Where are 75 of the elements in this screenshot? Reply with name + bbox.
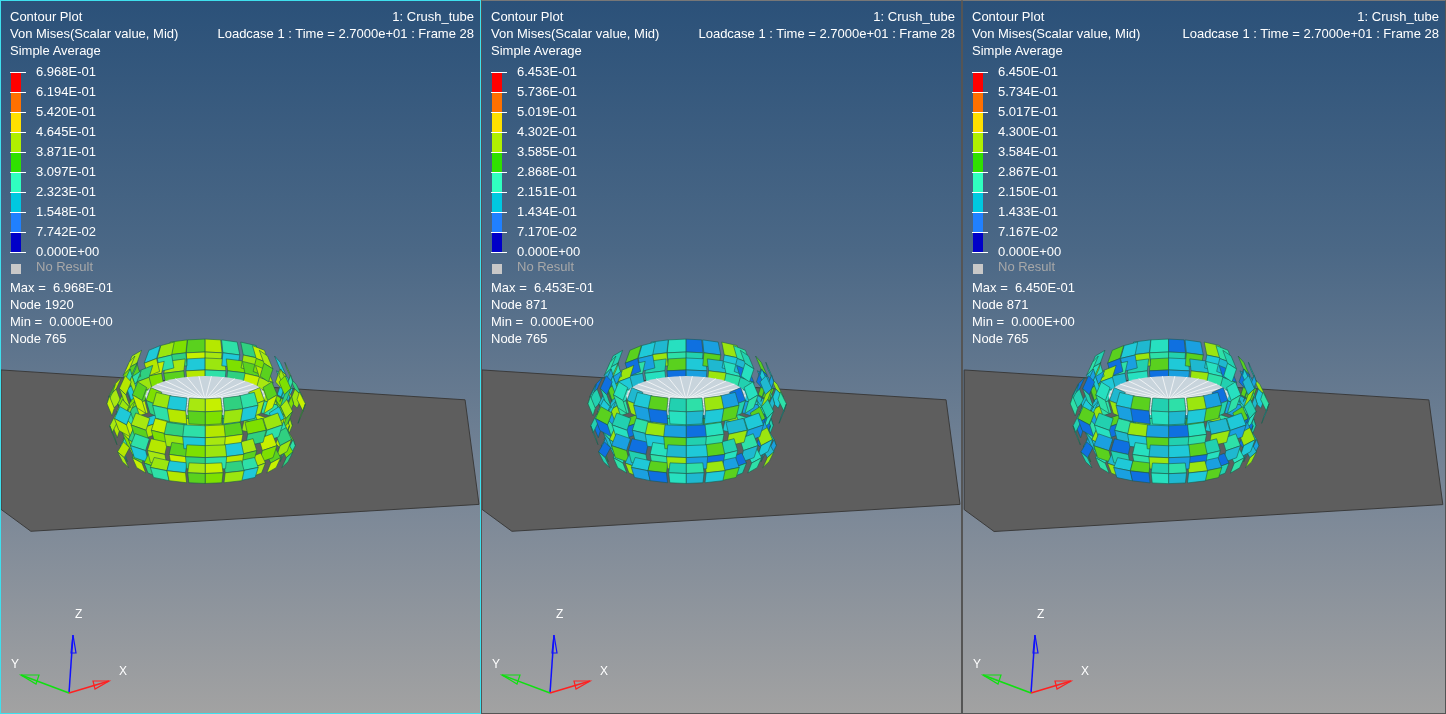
axis-label: X (600, 664, 608, 678)
legend-value: 3.585E-01 (517, 143, 578, 161)
max-node-label: Node 871 (972, 296, 1029, 313)
loadcase-label: Loadcase 1 : Time = 2.7000e+01 : Frame 28 (1182, 25, 1439, 42)
no-result-label: No Result (517, 258, 575, 275)
averaging-label: Simple Average (10, 42, 102, 59)
legend-value: 6.450E-01 (998, 63, 1059, 81)
no-result-swatch (11, 263, 21, 274)
max-value-label: Max = 6.968E-01 (10, 279, 113, 296)
axis-label: Z (1037, 607, 1045, 621)
legend-value: 5.734E-01 (998, 83, 1059, 101)
viewport-panel[interactable] (481, 0, 962, 714)
legend-value: 0.000E+00 (517, 243, 581, 261)
no-result-label: No Result (36, 258, 94, 275)
axis-label: Z (556, 607, 564, 621)
plot-title: Contour Plot (972, 8, 1046, 25)
legend-value: 2.867E-01 (998, 163, 1059, 181)
model-name-label: 1: Crush_tube (1357, 8, 1439, 25)
min-node-label: Node 765 (10, 330, 67, 347)
axis-label: Y (11, 657, 19, 671)
viewport-panel[interactable] (962, 0, 1446, 714)
legend-value: 7.167E-02 (998, 223, 1059, 241)
legend-value: 3.871E-01 (36, 143, 97, 161)
min-value-label: Min = 0.000E+00 (491, 313, 594, 330)
averaging-label: Simple Average (491, 42, 583, 59)
legend-value: 1.434E-01 (517, 203, 578, 221)
result-type-label: Von Mises(Scalar value, Mid) (10, 25, 179, 42)
loadcase-label: Loadcase 1 : Time = 2.7000e+01 : Frame 28 (698, 25, 955, 42)
min-node-label: Node 765 (491, 330, 548, 347)
axis-label: Z (75, 607, 83, 621)
axis-label: X (1081, 664, 1089, 678)
legend-value: 2.868E-01 (517, 163, 578, 181)
legend-value: 5.017E-01 (998, 103, 1059, 121)
legend-value: 6.453E-01 (517, 63, 578, 81)
axis-label: Y (973, 657, 981, 671)
legend-value: 3.097E-01 (36, 163, 97, 181)
min-node-label: Node 765 (972, 330, 1029, 347)
model-name-label: 1: Crush_tube (392, 8, 474, 25)
legend-value: 0.000E+00 (998, 243, 1062, 261)
max-value-label: Max = 6.450E-01 (972, 279, 1075, 296)
viewport-panel[interactable] (0, 0, 481, 714)
legend-value: 4.300E-01 (998, 123, 1059, 141)
legend-value: 5.420E-01 (36, 103, 97, 121)
no-result-swatch (492, 263, 502, 274)
max-node-label: Node 871 (491, 296, 548, 313)
legend-value: 2.151E-01 (517, 183, 578, 201)
legend-value: 0.000E+00 (36, 243, 100, 261)
loadcase-label: Loadcase 1 : Time = 2.7000e+01 : Frame 28 (217, 25, 474, 42)
model-name-label: 1: Crush_tube (873, 8, 955, 25)
legend-value: 6.194E-01 (36, 83, 97, 101)
legend-value: 7.170E-02 (517, 223, 578, 241)
plot-title: Contour Plot (491, 8, 565, 25)
legend-value: 2.150E-01 (998, 183, 1059, 201)
result-type-label: Von Mises(Scalar value, Mid) (491, 25, 660, 42)
min-value-label: Min = 0.000E+00 (10, 313, 113, 330)
averaging-label: Simple Average (972, 42, 1064, 59)
legend-value: 4.302E-01 (517, 123, 578, 141)
legend-value: 1.433E-01 (998, 203, 1059, 221)
legend-value: 3.584E-01 (998, 143, 1059, 161)
legend-value: 1.548E-01 (36, 203, 97, 221)
legend-value: 6.968E-01 (36, 63, 97, 81)
axis-label: Y (492, 657, 500, 671)
no-result-swatch (973, 263, 983, 274)
legend-value: 4.645E-01 (36, 123, 97, 141)
plot-title: Contour Plot (10, 8, 84, 25)
max-value-label: Max = 6.453E-01 (491, 279, 594, 296)
legend-value: 2.323E-01 (36, 183, 97, 201)
result-type-label: Von Mises(Scalar value, Mid) (972, 25, 1141, 42)
legend-value: 5.736E-01 (517, 83, 578, 101)
max-node-label: Node 1920 (10, 296, 74, 313)
legend-value: 7.742E-02 (36, 223, 97, 241)
legend-value: 5.019E-01 (517, 103, 578, 121)
no-result-label: No Result (998, 258, 1056, 275)
axis-label: X (119, 664, 127, 678)
min-value-label: Min = 0.000E+00 (972, 313, 1075, 330)
